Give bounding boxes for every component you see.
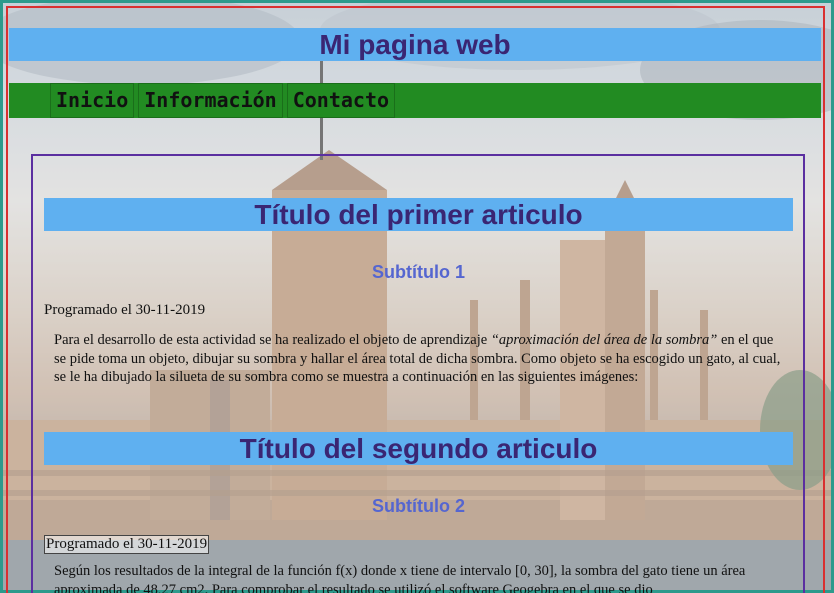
article-2-body: Según los resultados de la integral de l…	[54, 563, 746, 593]
article-2-subtitle: Subtítulo 2	[372, 496, 465, 516]
nav-item-informacion[interactable]: Información	[138, 83, 283, 118]
article-1-body-text: Para el desarrollo de esta actividad se …	[54, 332, 491, 348]
main-content: Título del primer articulo Subtítulo 1 P…	[31, 154, 805, 593]
article-1-title: Título del primer articulo	[44, 198, 793, 231]
article-2-title: Título del segundo articulo	[44, 432, 793, 465]
site-header: Mi pagina web	[9, 28, 821, 61]
main-nav: Inicio Información Contacto	[9, 83, 821, 118]
nav-item-contacto[interactable]: Contacto	[286, 83, 396, 118]
article-2-date: Programado el 30-11-2019	[44, 535, 210, 554]
article-1-body-emphasis: “aproximación del área de la sombra”	[490, 332, 718, 348]
nav-item-inicio[interactable]: Inicio	[50, 83, 135, 118]
article-1-body: Para el desarrollo de esta actividad se …	[54, 331, 784, 387]
article-1-subtitle: Subtítulo 1	[372, 262, 465, 282]
article-1-date: Programado el 30-11-2019	[44, 302, 206, 318]
site-title: Mi pagina web	[319, 29, 511, 60]
